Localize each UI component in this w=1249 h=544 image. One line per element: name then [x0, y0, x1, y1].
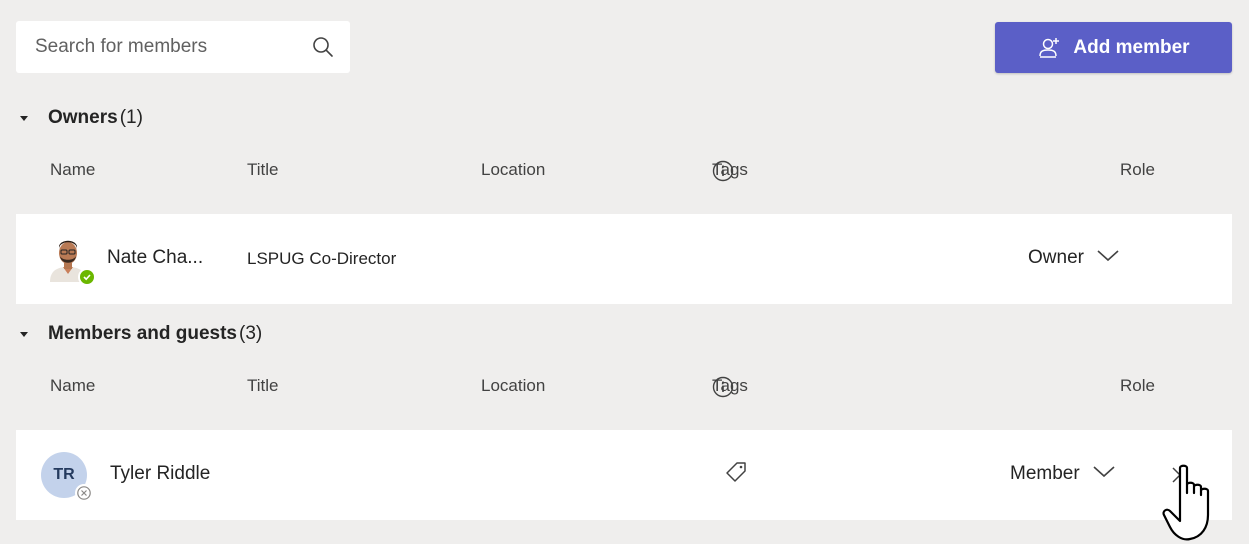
remove-member-button[interactable]	[1166, 461, 1194, 489]
owners-column-headers: Name Title Location Tags Role	[0, 160, 1249, 190]
members-column-headers: Name Title Location Tags Role	[0, 376, 1249, 406]
caret-down-icon	[14, 108, 34, 128]
role-dropdown[interactable]: Owner	[1028, 247, 1120, 269]
column-role: Role	[1120, 376, 1155, 395]
add-person-icon	[1037, 35, 1063, 61]
column-location: Location	[481, 160, 546, 179]
member-row[interactable]: TR Tyler Riddle Member	[16, 430, 1232, 520]
info-icon[interactable]	[712, 376, 734, 403]
manage-team-members-page: Add member Owners (1) Name Title Locatio…	[0, 0, 1249, 544]
add-member-label: Add member	[1073, 36, 1190, 58]
owner-row[interactable]: Nate Cha... LSPUG Co-Director Owner	[16, 214, 1232, 304]
column-name: Name	[50, 160, 96, 179]
search-box[interactable]	[16, 21, 350, 73]
tag-icon[interactable]	[722, 458, 750, 486]
chevron-down-icon	[1096, 247, 1120, 269]
avatar-initials: TR	[53, 466, 75, 483]
members-section-label: Members and guests	[48, 323, 237, 344]
available-status-icon	[78, 268, 96, 286]
member-title: LSPUG Co-Director	[247, 249, 397, 268]
role-value: Owner	[1028, 247, 1084, 268]
members-section-toggle[interactable]: Members and guests (3)	[14, 323, 262, 345]
owners-section-toggle[interactable]: Owners (1)	[14, 107, 143, 129]
search-input[interactable]	[35, 36, 295, 58]
members-section-count: (3)	[239, 323, 263, 344]
column-location: Location	[481, 376, 546, 395]
column-name: Name	[50, 376, 96, 395]
member-name[interactable]: Nate Cha...	[107, 247, 203, 269]
member-name[interactable]: Tyler Riddle	[110, 463, 210, 485]
owners-section-label: Owners	[48, 107, 118, 128]
caret-down-icon	[14, 324, 34, 344]
search-icon[interactable]	[310, 34, 336, 60]
column-title: Title	[247, 376, 279, 395]
role-value: Member	[1010, 463, 1080, 484]
add-member-button[interactable]: Add member	[995, 22, 1232, 73]
chevron-down-icon	[1092, 463, 1116, 485]
owners-section-count: (1)	[119, 107, 143, 128]
info-icon[interactable]	[712, 160, 734, 187]
column-title: Title	[247, 160, 279, 179]
role-dropdown[interactable]: Member	[1010, 463, 1116, 485]
column-role: Role	[1120, 160, 1155, 179]
offline-status-icon	[75, 484, 93, 502]
